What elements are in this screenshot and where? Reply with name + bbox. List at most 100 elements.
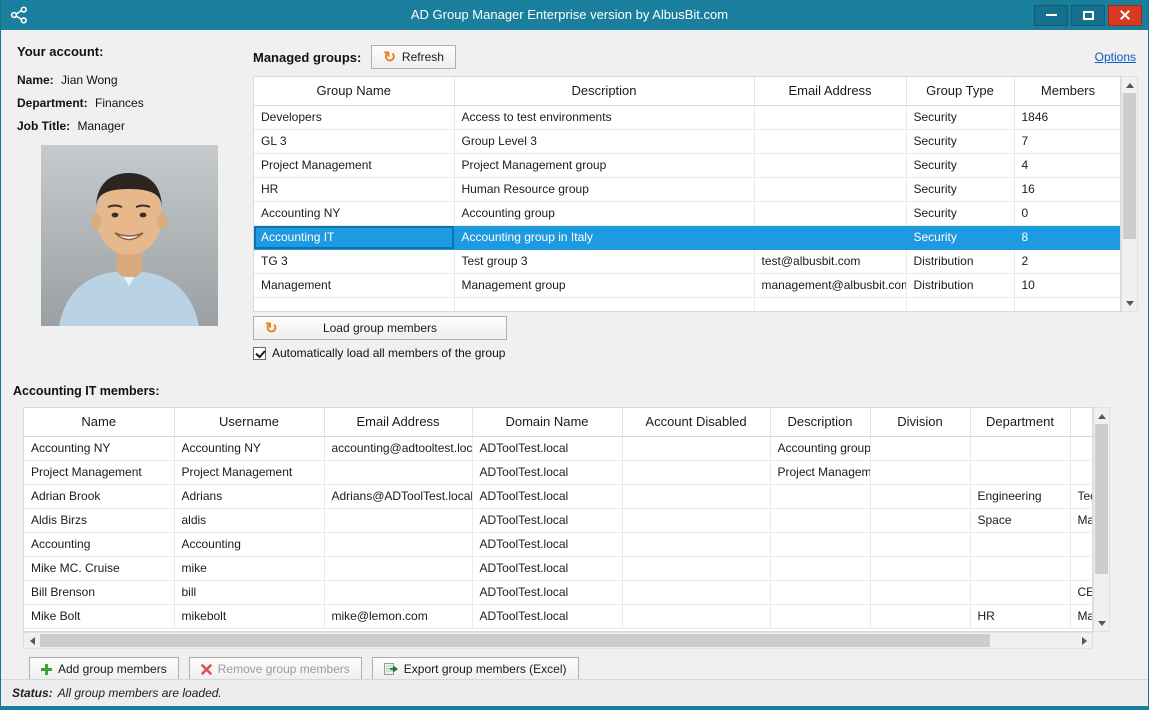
options-link[interactable]: Options bbox=[1095, 50, 1136, 64]
close-icon bbox=[1119, 9, 1131, 21]
load-group-members-button[interactable]: ↻ Load group members bbox=[253, 316, 507, 340]
scrollbar-corner bbox=[1093, 632, 1110, 649]
column-header[interactable]: Members bbox=[1014, 77, 1121, 105]
account-jobtitle-row: Job Title: Manager bbox=[17, 119, 237, 133]
member-row[interactable]: Accounting Accounting ADToolTest.local bbox=[24, 532, 1093, 556]
group-name-cell: Developers bbox=[254, 105, 454, 129]
member-name-cell: Project Management bbox=[24, 460, 174, 484]
member-jobtitle-cell bbox=[1070, 436, 1093, 460]
scroll-right-icon[interactable] bbox=[1076, 633, 1092, 648]
maximize-button[interactable] bbox=[1071, 5, 1105, 26]
member-jobtitle-cell: Mars bbox=[1070, 508, 1093, 532]
autoload-row: Automatically load all members of the gr… bbox=[253, 346, 1138, 360]
export-group-members-label: Export group members (Excel) bbox=[404, 662, 567, 676]
scroll-down-icon[interactable] bbox=[1122, 295, 1137, 311]
member-disabled-cell bbox=[622, 580, 770, 604]
export-group-members-button[interactable]: Export group members (Excel) bbox=[372, 657, 579, 679]
group-name-cell: Accounting IT bbox=[254, 225, 454, 249]
scroll-up-icon[interactable] bbox=[1122, 77, 1137, 93]
member-username-cell: Accounting NY bbox=[174, 436, 324, 460]
member-department-cell bbox=[970, 460, 1070, 484]
job-title-value: Manager bbox=[77, 119, 124, 133]
department-label: Department: bbox=[17, 96, 88, 110]
group-type-cell: Security bbox=[906, 201, 1014, 225]
members-vertical-scrollbar[interactable] bbox=[1093, 407, 1110, 632]
footer-buttons: Add group members Remove group members E… bbox=[29, 657, 1138, 679]
column-header[interactable]: Description bbox=[770, 408, 870, 436]
member-department-cell bbox=[970, 532, 1070, 556]
member-username-cell: mike bbox=[174, 556, 324, 580]
member-row[interactable]: Mike MC. Cruise mike ADToolTest.local bbox=[24, 556, 1093, 580]
member-department-cell: HR bbox=[970, 604, 1070, 628]
close-button[interactable] bbox=[1108, 5, 1142, 26]
members-horizontal-scrollbar[interactable] bbox=[23, 632, 1093, 649]
group-description-cell: Test group 3 bbox=[454, 249, 754, 273]
scroll-up-icon[interactable] bbox=[1094, 408, 1109, 424]
column-header[interactable]: Domain Name bbox=[472, 408, 622, 436]
account-heading: Your account: bbox=[17, 44, 237, 59]
group-row[interactable]: GL 3 Group Level 3 Security 7 bbox=[254, 129, 1121, 153]
remove-icon bbox=[201, 664, 212, 675]
column-header[interactable]: Account Disabled bbox=[622, 408, 770, 436]
member-jobtitle-cell bbox=[1070, 556, 1093, 580]
members-vscroll-thumb[interactable] bbox=[1095, 424, 1108, 574]
add-icon bbox=[41, 664, 52, 675]
member-department-cell bbox=[970, 436, 1070, 460]
member-description-cell bbox=[770, 580, 870, 604]
member-jobtitle-cell bbox=[1070, 532, 1093, 556]
scroll-down-icon[interactable] bbox=[1094, 615, 1109, 631]
export-excel-icon bbox=[384, 663, 398, 675]
member-disabled-cell bbox=[622, 532, 770, 556]
member-description-cell: Accounting group bbox=[770, 436, 870, 460]
group-row[interactable]: HR Human Resource group Security 16 bbox=[254, 177, 1121, 201]
member-row[interactable]: Mike Bolt mikebolt mike@lemon.com ADTool… bbox=[24, 604, 1093, 628]
title-bar: AD Group Manager Enterprise version by A… bbox=[1, 0, 1148, 30]
members-hscroll-thumb[interactable] bbox=[40, 634, 990, 647]
column-header[interactable]: Email Address bbox=[754, 77, 906, 105]
column-header[interactable]: Username bbox=[174, 408, 324, 436]
add-group-members-label: Add group members bbox=[58, 662, 167, 676]
column-header[interactable]: Group Type bbox=[906, 77, 1014, 105]
groups-vertical-scrollbar[interactable] bbox=[1121, 76, 1138, 312]
member-disabled-cell bbox=[622, 604, 770, 628]
account-panel: Your account: Name: Jian Wong Department… bbox=[11, 38, 243, 370]
column-header[interactable]: Name bbox=[24, 408, 174, 436]
top-region: Your account: Name: Jian Wong Department… bbox=[11, 38, 1138, 370]
minimize-icon bbox=[1046, 14, 1057, 16]
status-text: All group members are loaded. bbox=[58, 686, 222, 700]
member-division-cell bbox=[870, 436, 970, 460]
member-row[interactable]: Aldis Birzs aldis ADToolTest.local Space… bbox=[24, 508, 1093, 532]
group-email-cell bbox=[754, 297, 906, 312]
group-row[interactable]: Developers Access to test environments S… bbox=[254, 105, 1121, 129]
refresh-button[interactable]: ↻ Refresh bbox=[371, 45, 456, 69]
group-description-cell: Accounting group in Italy bbox=[454, 225, 754, 249]
group-row[interactable]: Management Management group management@a… bbox=[254, 273, 1121, 297]
column-header[interactable]: Department bbox=[970, 408, 1070, 436]
window-title: AD Group Manager Enterprise version by A… bbox=[121, 0, 1018, 30]
column-header[interactable]: Description bbox=[454, 77, 754, 105]
column-header[interactable]: Group Name bbox=[254, 77, 454, 105]
group-row[interactable]: Accounting NY Accounting group Security … bbox=[254, 201, 1121, 225]
column-header[interactable]: Division bbox=[870, 408, 970, 436]
member-row[interactable]: Bill Brenson bill ADToolTest.local CEO bbox=[24, 580, 1093, 604]
groups-scroll-thumb[interactable] bbox=[1123, 93, 1136, 239]
member-row[interactable]: Accounting NY Accounting NY accounting@a… bbox=[24, 436, 1093, 460]
member-row[interactable]: Project Management Project Management AD… bbox=[24, 460, 1093, 484]
column-header[interactable]: Email Address bbox=[324, 408, 472, 436]
group-row[interactable]: Project Management Project Management gr… bbox=[254, 153, 1121, 177]
group-row[interactable]: Accounting IT Accounting group in Italy … bbox=[254, 225, 1121, 249]
scroll-left-icon[interactable] bbox=[24, 633, 40, 648]
group-name-cell: Accounting NY bbox=[254, 201, 454, 225]
group-row[interactable]: TG 3 Test group 3 test@albusbit.com Dist… bbox=[254, 249, 1121, 273]
member-row[interactable]: Adrian Brook Adrians Adrians@ADToolTest.… bbox=[24, 484, 1093, 508]
group-email-cell bbox=[754, 201, 906, 225]
column-header[interactable]: Jo bbox=[1070, 408, 1093, 436]
member-name-cell: Mike Bolt bbox=[24, 604, 174, 628]
add-group-members-button[interactable]: Add group members bbox=[29, 657, 179, 679]
minimize-button[interactable] bbox=[1034, 5, 1068, 26]
group-row[interactable] bbox=[254, 297, 1121, 312]
autoload-checkbox[interactable] bbox=[253, 347, 266, 360]
member-disabled-cell bbox=[622, 508, 770, 532]
remove-group-members-button[interactable]: Remove group members bbox=[189, 657, 362, 679]
member-name-cell: Adrian Brook bbox=[24, 484, 174, 508]
